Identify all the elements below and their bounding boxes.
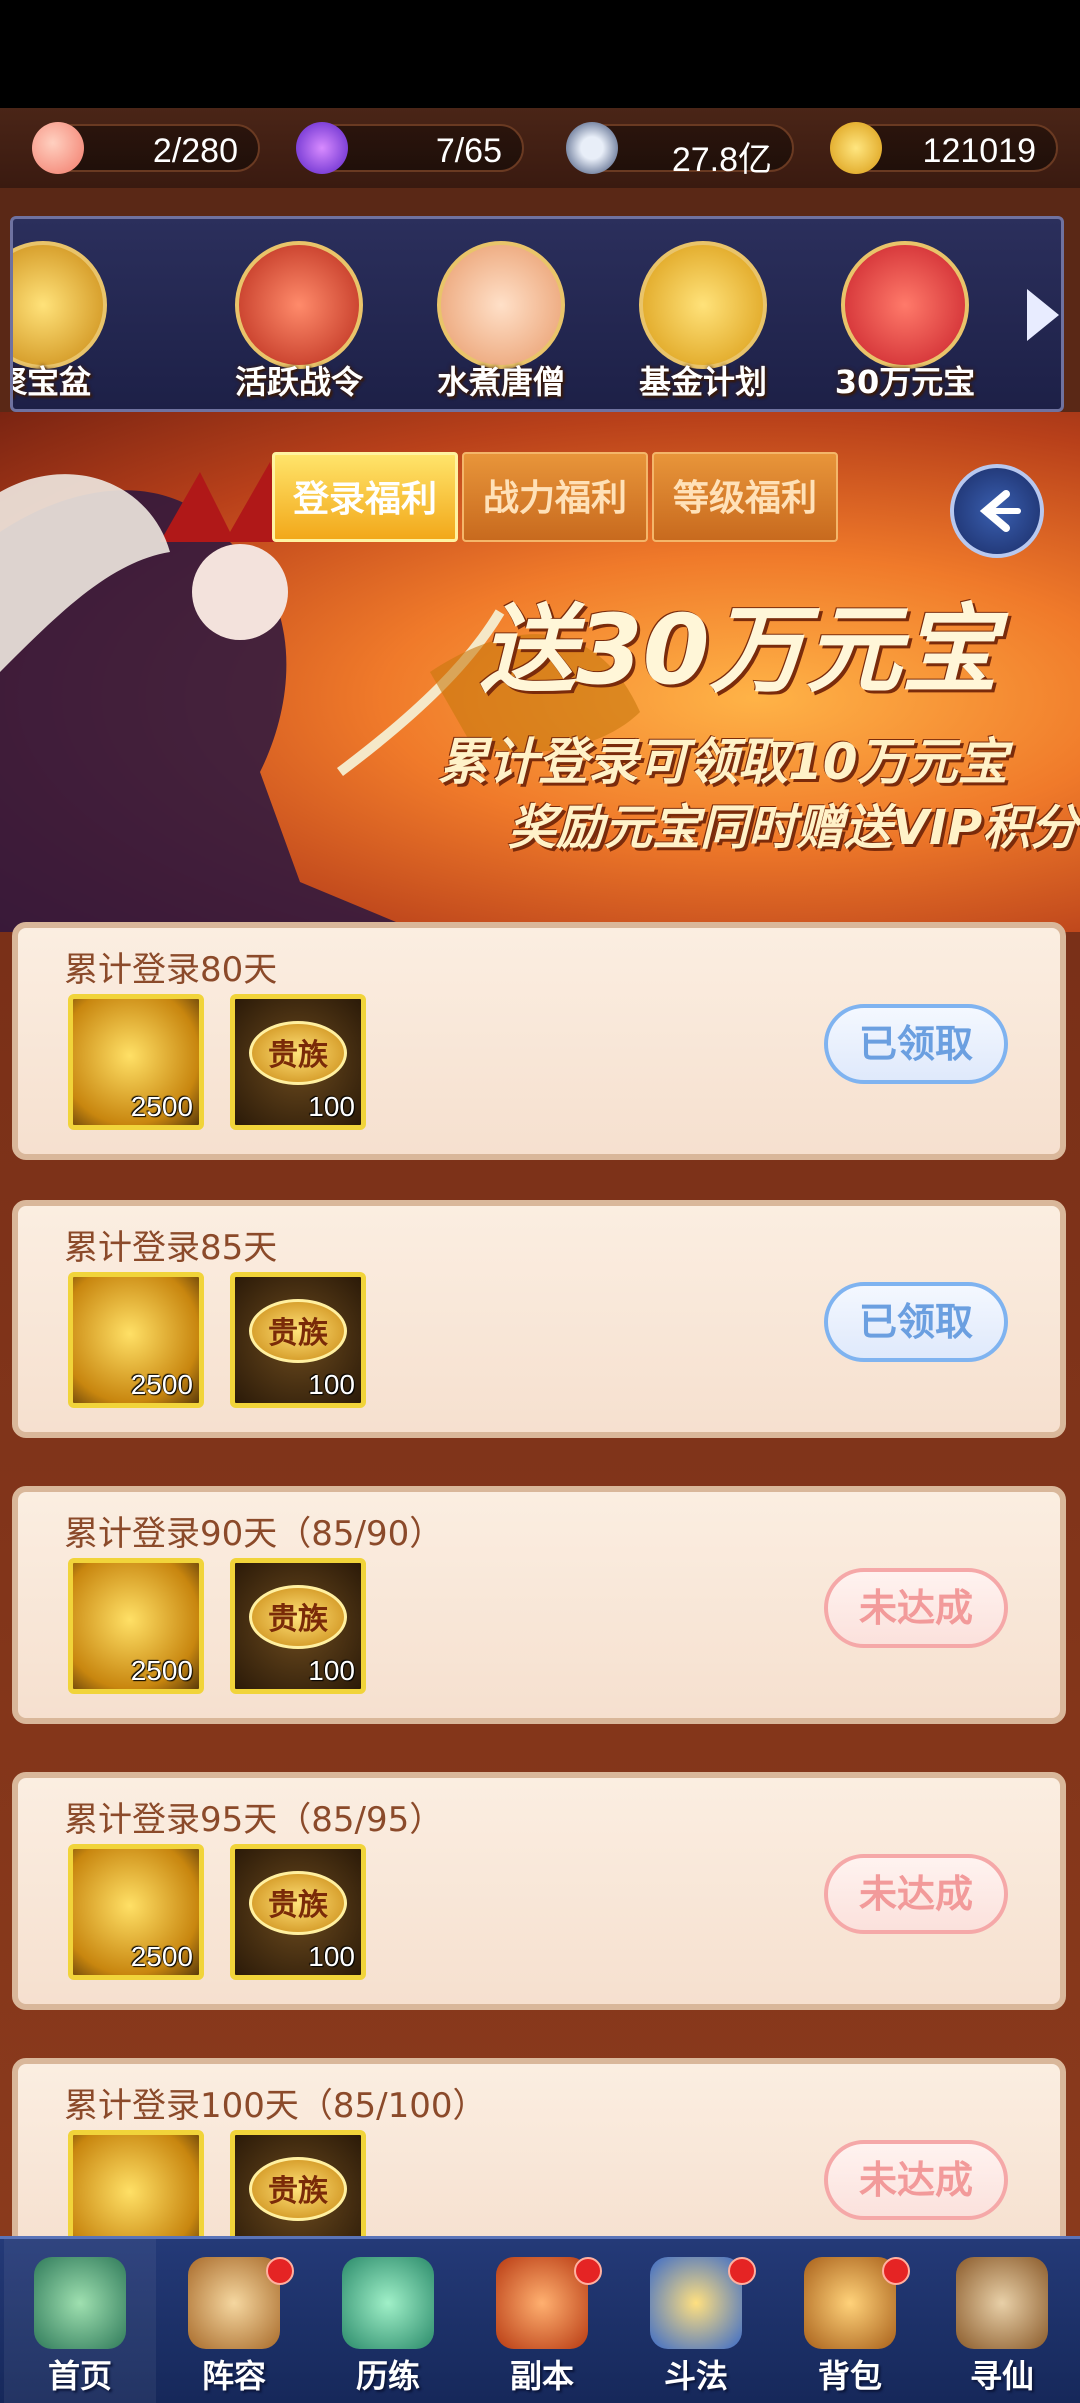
gold-ingot-icon xyxy=(830,122,882,174)
nav-dungeon[interactable]: 副本 xyxy=(466,2239,618,2403)
resource-gold[interactable]: 121019 xyxy=(830,122,1058,174)
promo-headline: 送30万元宝 xyxy=(480,594,998,706)
copper-coin-icon xyxy=(566,122,618,174)
noble-coin-icon[interactable]: 贵族 100 xyxy=(230,994,366,1130)
tang-monk-icon xyxy=(437,241,565,369)
resource-peach[interactable]: 2/280 xyxy=(32,122,260,174)
fund-plan-icon xyxy=(639,241,767,369)
gold-ingots-icon[interactable]: 2500 xyxy=(68,1272,204,1408)
carousel-item[interactable]: 活跃战令 xyxy=(209,229,389,409)
training-icon xyxy=(342,2257,434,2349)
carousel-item[interactable]: 30万元宝 xyxy=(815,229,995,409)
nav-seek-immortal[interactable]: 寻仙 xyxy=(926,2239,1078,2403)
resource-copper[interactable]: 27.8亿 xyxy=(566,122,794,179)
claimed-button[interactable]: 已领取 xyxy=(824,1282,1008,1362)
reward-card-100: 累计登录100天（85/100） 贵族 未达成 xyxy=(12,2058,1066,2266)
nav-home[interactable]: 首页 xyxy=(4,2239,156,2403)
noble-coin-label: 贵族 xyxy=(249,1585,347,1649)
bottom-nav: 首页 阵容 历练 副本 斗法 背包 寻仙 xyxy=(0,2236,1080,2403)
spirit-flame-icon xyxy=(296,122,348,174)
gold-ingots-icon[interactable]: 2500 xyxy=(68,1844,204,1980)
tab-login-benefit[interactable]: 登录福利 xyxy=(272,452,458,542)
nav-lineup[interactable]: 阵容 xyxy=(158,2239,310,2403)
promo-line-2: 奖励元宝同时赠送VIP积分 xyxy=(508,800,1079,856)
notification-dot xyxy=(574,2257,602,2285)
reward-card-90: 累计登录90天（85/90） 2500 贵族 100 未达成 xyxy=(12,1486,1066,1724)
nav-training[interactable]: 历练 xyxy=(312,2239,464,2403)
nav-backpack[interactable]: 背包 xyxy=(774,2239,926,2403)
yuanbao-chest-icon xyxy=(841,241,969,369)
noble-coin-label: 贵族 xyxy=(249,1021,347,1085)
gold-ingots-icon[interactable]: 2500 xyxy=(68,1558,204,1694)
not-achieved-button[interactable]: 未达成 xyxy=(824,1854,1008,1934)
home-icon xyxy=(34,2257,126,2349)
carousel-item[interactable]: 聚宝盆 xyxy=(13,229,133,409)
notification-dot xyxy=(266,2257,294,2285)
reward-card-80: 累计登录80天 2500 贵族 100 已领取 xyxy=(12,922,1066,1160)
noble-coin-icon[interactable]: 贵族 100 xyxy=(230,1558,366,1694)
not-achieved-button[interactable]: 未达成 xyxy=(824,2140,1008,2220)
not-achieved-button[interactable]: 未达成 xyxy=(824,1568,1008,1648)
resource-bar: 2/280 7/65 27.8亿 121019 xyxy=(0,108,1080,188)
resource-spirit[interactable]: 7/65 xyxy=(296,122,524,174)
back-arrow-icon xyxy=(979,490,1021,532)
tab-level-benefit[interactable]: 等级福利 xyxy=(652,452,838,542)
reward-card-85: 累计登录85天 2500 贵族 100 已领取 xyxy=(12,1200,1066,1438)
battle-order-icon xyxy=(235,241,363,369)
back-button[interactable] xyxy=(950,464,1044,558)
peach-icon xyxy=(32,122,84,174)
status-bar xyxy=(0,0,1080,108)
noble-coin-label: 贵族 xyxy=(249,1871,347,1935)
noble-coin-icon[interactable]: 贵族 100 xyxy=(230,1844,366,1980)
notification-dot xyxy=(728,2257,756,2285)
notification-dot xyxy=(882,2257,910,2285)
event-carousel[interactable]: 聚宝盆 活跃战令 水煮唐僧 基金计划 30万元宝 xyxy=(10,216,1064,412)
treasure-bowl-icon xyxy=(13,241,107,369)
promo-line-1: 累计登录可领取10万元宝 xyxy=(438,733,1008,791)
seek-immortal-icon xyxy=(956,2257,1048,2349)
noble-coin-icon[interactable]: 贵族 100 xyxy=(230,1272,366,1408)
nav-duel[interactable]: 斗法 xyxy=(620,2239,772,2403)
carousel-item[interactable]: 基金计划 xyxy=(613,229,793,409)
carousel-right-arrow-icon[interactable] xyxy=(1027,289,1059,341)
noble-coin-label: 贵族 xyxy=(249,1299,347,1363)
reward-card-95: 累计登录95天（85/95） 2500 贵族 100 未达成 xyxy=(12,1772,1066,2010)
carousel-item[interactable]: 水煮唐僧 xyxy=(411,229,591,409)
gold-ingots-icon[interactable]: 2500 xyxy=(68,994,204,1130)
tab-power-benefit[interactable]: 战力福利 xyxy=(462,452,648,542)
noble-coin-label: 贵族 xyxy=(249,2157,347,2221)
claimed-button[interactable]: 已领取 xyxy=(824,1004,1008,1084)
